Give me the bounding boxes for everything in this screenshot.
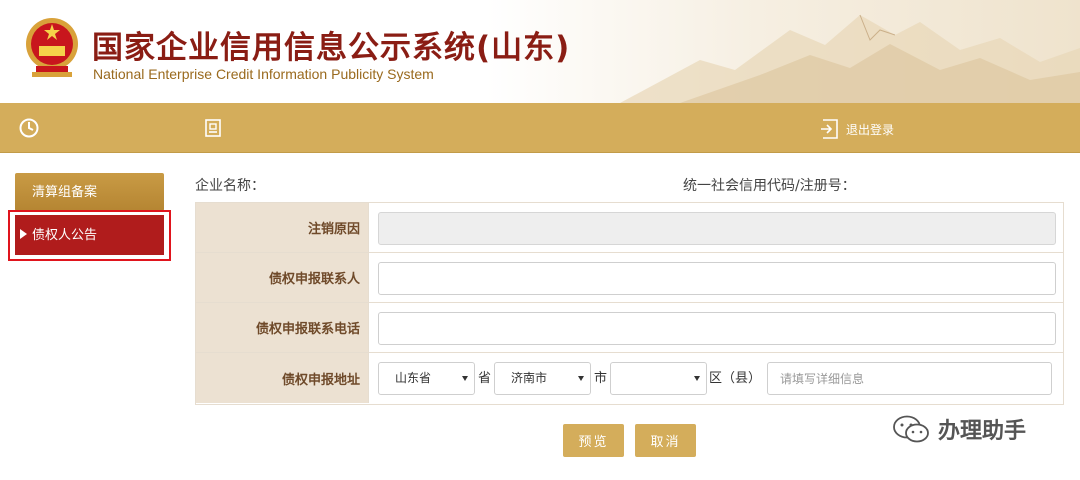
site-header: 国家企业信用信息公示系统(山东) National Enterprise Cre…: [0, 0, 1080, 103]
chevron-down-icon: [578, 376, 584, 381]
province-value: 山东省: [395, 371, 432, 385]
form-row-cancel-reason: 注销原因: [196, 203, 1063, 253]
logout-button[interactable]: 退出登录: [820, 118, 894, 140]
field-label: 注销原因: [196, 203, 369, 252]
credit-code-label: 统一社会信用代码/注册号：: [683, 178, 856, 194]
chevron-down-icon: [694, 376, 700, 381]
top-nav-bar: 退出登录: [0, 103, 1080, 153]
field-label: 债权申报联系电话: [196, 303, 369, 352]
mountain-illustration: [620, 14, 1080, 103]
site-subtitle: National Enterprise Credit Information P…: [93, 66, 434, 82]
company-name-label: 企业名称：: [195, 178, 265, 194]
city-unit: 市: [594, 371, 608, 386]
preview-button[interactable]: 预览: [563, 424, 624, 457]
district-select[interactable]: [610, 362, 707, 395]
logout-label: 退出登录: [846, 122, 895, 137]
site-title: 国家企业信用信息公示系统(山东): [92, 30, 571, 66]
watermark-text: 办理助手: [938, 419, 1027, 444]
city-value: 济南市: [511, 371, 548, 385]
field-label: 债权申报联系人: [196, 253, 369, 302]
national-emblem-icon: [26, 18, 78, 77]
contact-phone-field[interactable]: [378, 312, 1056, 345]
cancel-button[interactable]: 取消: [635, 424, 696, 457]
chevron-down-icon: [462, 376, 468, 381]
contact-person-field[interactable]: [378, 262, 1056, 295]
field-label: 债权申报地址: [196, 353, 369, 403]
wechat-icon: [893, 415, 929, 443]
form-row-contact-person: 债权申报联系人: [196, 253, 1063, 303]
province-unit: 省: [478, 371, 492, 386]
document-stamp-icon[interactable]: [202, 117, 224, 139]
clock-icon[interactable]: [18, 117, 40, 139]
sidebar-item-label: 清算组备案: [32, 185, 98, 200]
form-row-address: 债权申报地址 山东省 省 济南市 市 区（县）: [196, 353, 1063, 403]
form-row-contact-phone: 债权申报联系电话: [196, 303, 1063, 353]
logout-icon: [821, 119, 838, 139]
address-detail-input[interactable]: [767, 362, 1052, 395]
annotation-highlight-box: [8, 210, 171, 261]
cancel-reason-field: [378, 212, 1056, 245]
city-select[interactable]: 济南市: [494, 362, 591, 395]
province-select[interactable]: 山东省: [378, 362, 475, 395]
district-unit: 区（县）: [709, 371, 762, 386]
wechat-watermark: 办理助手: [892, 413, 1026, 445]
sidebar-item-liquidation-filing[interactable]: 清算组备案: [15, 173, 164, 211]
creditor-notice-form: 注销原因 债权申报联系人 债权申报联系电话 债权申报地址 山东省 省 济南市 市…: [195, 202, 1064, 405]
